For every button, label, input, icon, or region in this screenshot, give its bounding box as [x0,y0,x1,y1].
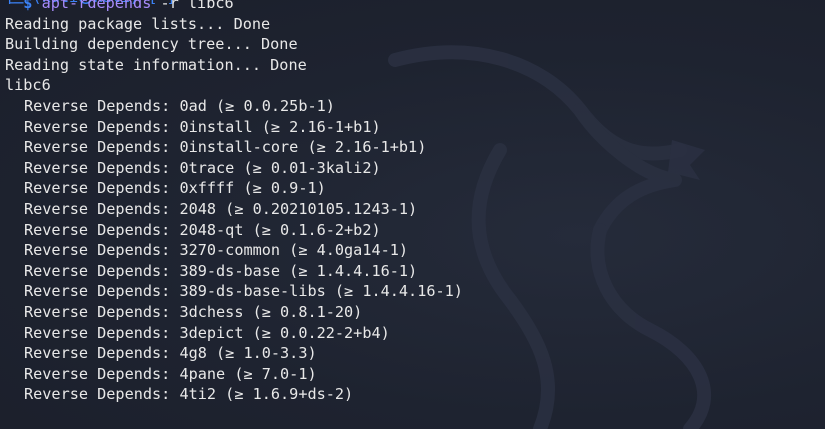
depends-prefix: Reverse Depends: [24,138,180,157]
package-name: libc6 [5,76,51,95]
reverse-depends-line: Reverse Depends: 3depict (≥ 0.0.22-2+b4) [5,323,463,344]
status-line: Reading state information... Done [5,55,307,74]
status-line: Reading package lists... Done [5,14,271,33]
reverse-depends-line: Reverse Depends: 2048 (≥ 0.20210105.1243… [5,199,463,220]
depends-entry: 2048 (≥ 0.20210105.1243-1) [179,199,418,218]
depends-entry: 0install (≥ 2.16-1+b1) [179,117,381,136]
depends-prefix: Reverse Depends: [24,220,180,239]
depends-prefix: Reverse Depends: [24,302,180,321]
reverse-depends-line: Reverse Depends: 389-ds-base (≥ 1.4.4.16… [5,261,463,282]
reverse-depends-line: Reverse Depends: 0install (≥ 2.16-1+b1) [5,117,463,138]
depends-entry: 3depict (≥ 0.0.22-2+b4) [179,323,390,342]
depends-prefix: Reverse Depends: [24,323,180,342]
depends-entry: 389-ds-base-libs (≥ 1.4.4.16-1) [179,282,463,301]
depends-prefix: Reverse Depends: [24,385,180,404]
reverse-depends-line: Reverse Depends: 0trace (≥ 0.01-3kali2) [5,158,463,179]
depends-prefix: Reverse Depends: [24,117,180,136]
depends-prefix: Reverse Depends: [24,344,180,363]
depends-prefix: Reverse Depends: [24,199,180,218]
reverse-depends-line: Reverse Depends: 389-ds-base-libs (≥ 1.4… [5,281,463,302]
reverse-depends-line: Reverse Depends: 4g8 (≥ 1.0-3.3) [5,343,463,364]
depends-entry: 4g8 (≥ 1.0-3.3) [179,344,317,363]
depends-entry: 3270-common (≥ 4.0ga14-1) [179,241,409,260]
status-line: Building dependency tree... Done [5,35,298,54]
depends-prefix: Reverse Depends: [24,282,180,301]
depends-entry: 0install-core (≥ 2.16-1+b1) [179,138,427,157]
prompt-line: └─$ apt-rdepends -r libc6 [5,0,463,14]
reverse-depends-line: Reverse Depends: 0ad (≥ 0.0.25b-1) [5,96,463,117]
reverse-depends-line: Reverse Depends: 0install-core (≥ 2.16-1… [5,137,463,158]
reverse-depends-line: Reverse Depends: 2048-qt (≥ 0.1.6-2+b2) [5,220,463,241]
depends-prefix: Reverse Depends: [24,261,180,280]
terminal-output: └─$ apt-rdepends -r libc6 Reading packag… [5,0,463,405]
depends-prefix: Reverse Depends: [24,96,180,115]
depends-entry: 2048-qt (≥ 0.1.6-2+b2) [179,220,381,239]
depends-entry: 389-ds-base (≥ 1.4.4.16-1) [179,261,418,280]
depends-entry: 0trace (≥ 0.01-3kali2) [179,158,381,177]
depends-entry: 0xffff (≥ 0.9-1) [179,179,326,198]
command-args: -r libc6 [151,0,234,12]
reverse-depends-line: Reverse Depends: 4pane (≥ 7.0-1) [5,364,463,385]
prompt-symbol: $ [23,0,33,12]
depends-prefix: Reverse Depends: [24,241,180,260]
reverse-depends-line: Reverse Depends: 0xffff (≥ 0.9-1) [5,178,463,199]
depends-entry: 4ti2 (≥ 1.6.9+ds-2) [179,385,354,404]
depends-entry: 0ad (≥ 0.0.25b-1) [179,96,335,115]
reverse-depends-line: Reverse Depends: 3270-common (≥ 4.0ga14-… [5,240,463,261]
depends-prefix: Reverse Depends: [24,364,180,383]
reverse-depends-line: Reverse Depends: 4ti2 (≥ 1.6.9+ds-2) [5,384,463,405]
reverse-depends-line: Reverse Depends: 3dchess (≥ 0.8.1-20) [5,302,463,323]
depends-entry: 3dchess (≥ 0.8.1-20) [179,302,363,321]
depends-prefix: Reverse Depends: [24,158,180,177]
depends-entry: 4pane (≥ 7.0-1) [179,364,317,383]
command-name: apt-rdepends [41,0,152,12]
prompt-corner: └─ [5,0,24,12]
depends-prefix: Reverse Depends: [24,179,180,198]
terminal-window[interactable]: ┌──(kali㉿kali)-[~] └─$ apt-rdepends -r l… [0,0,825,429]
